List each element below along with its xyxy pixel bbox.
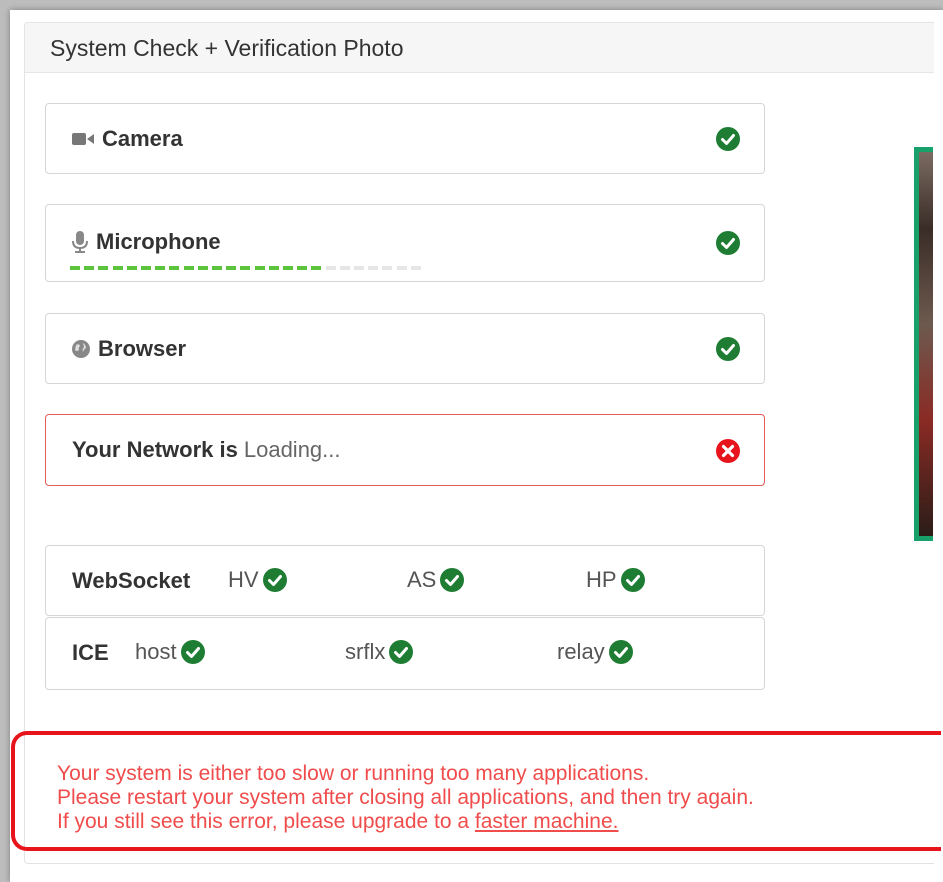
ice-host-label: host <box>135 639 177 664</box>
browser-label: Browser <box>98 336 187 361</box>
websocket-as: AS <box>407 567 465 593</box>
level-segment <box>183 266 194 270</box>
level-segment <box>197 266 208 270</box>
level-segment <box>396 266 407 270</box>
level-segment <box>98 266 109 270</box>
level-segment <box>112 266 123 270</box>
check-circle-icon <box>440 568 465 592</box>
panel-header: System Check + Verification Photo <box>25 23 934 73</box>
ice-check-row: ICE host srflx relay <box>45 617 765 690</box>
websocket-hv: HV <box>228 567 287 593</box>
websocket-label: WebSocket <box>72 568 191 593</box>
level-segment <box>325 266 336 270</box>
ice-label: ICE <box>72 640 109 665</box>
websocket-check-row: WebSocket HV AS HP <box>45 545 765 616</box>
globe-icon <box>72 340 90 358</box>
level-segment <box>84 266 95 270</box>
level-segment <box>354 266 364 270</box>
browser-check-row: Browser <box>45 313 765 384</box>
error-circle-icon <box>716 439 740 463</box>
alert-line-3: If you still see this error, please upgr… <box>57 810 754 834</box>
ice-srflx: srflx <box>345 639 414 665</box>
websocket-hp: HP <box>586 567 645 593</box>
alert-line-1: Your system is either too slow or runnin… <box>57 762 650 785</box>
microphone-check-row: Microphone <box>45 204 765 282</box>
level-segment <box>382 266 393 270</box>
websocket-hv-label: HV <box>228 567 259 592</box>
level-segment <box>283 266 293 270</box>
level-segment <box>126 266 137 270</box>
level-segment <box>155 266 166 270</box>
check-circle-icon <box>180 640 205 664</box>
check-circle-icon <box>608 640 633 664</box>
panel-title: System Check + Verification Photo <box>50 35 404 61</box>
websocket-as-label: AS <box>407 567 437 592</box>
level-segment <box>169 266 180 270</box>
camera-label: Camera <box>102 126 183 151</box>
camera-check-row: Camera <box>45 103 765 174</box>
level-segment <box>240 266 251 270</box>
ice-srflx-label: srflx <box>345 639 386 664</box>
level-segment <box>410 266 421 270</box>
level-segment <box>141 266 151 270</box>
check-circle-icon <box>620 568 645 592</box>
microphone-level-meter <box>70 266 424 270</box>
level-segment <box>70 266 80 270</box>
check-circle-icon <box>716 337 740 361</box>
level-segment <box>268 266 279 270</box>
video-camera-icon <box>72 131 94 147</box>
alert-line-2: Please restart your system after closing… <box>57 786 754 809</box>
level-segment <box>311 266 322 270</box>
faster-machine-link[interactable]: faster machine. <box>475 810 619 833</box>
alert-line-3-text: If you still see this error, please upgr… <box>57 810 475 833</box>
network-label: Your Network is <box>72 437 238 462</box>
check-circle-icon <box>716 127 740 151</box>
check-circle-icon <box>716 231 740 255</box>
level-segment <box>212 266 222 270</box>
network-check-row: Your Network is Loading... <box>45 414 765 486</box>
ice-relay: relay <box>557 639 633 665</box>
level-segment <box>226 266 237 270</box>
microphone-label: Microphone <box>96 229 221 254</box>
ice-host: host <box>135 639 205 665</box>
microphone-icon <box>72 231 88 253</box>
verification-photo-preview <box>914 147 933 541</box>
network-status-text: Loading... <box>243 437 341 462</box>
ice-relay-label: relay <box>557 639 605 664</box>
level-segment <box>368 266 379 270</box>
check-circle-icon <box>262 568 287 592</box>
level-segment <box>339 266 350 270</box>
level-segment <box>254 266 265 270</box>
level-segment <box>297 266 308 270</box>
check-circle-icon <box>389 640 414 664</box>
websocket-hp-label: HP <box>586 567 617 592</box>
performance-alert: Your system is either too slow or runnin… <box>11 731 941 851</box>
